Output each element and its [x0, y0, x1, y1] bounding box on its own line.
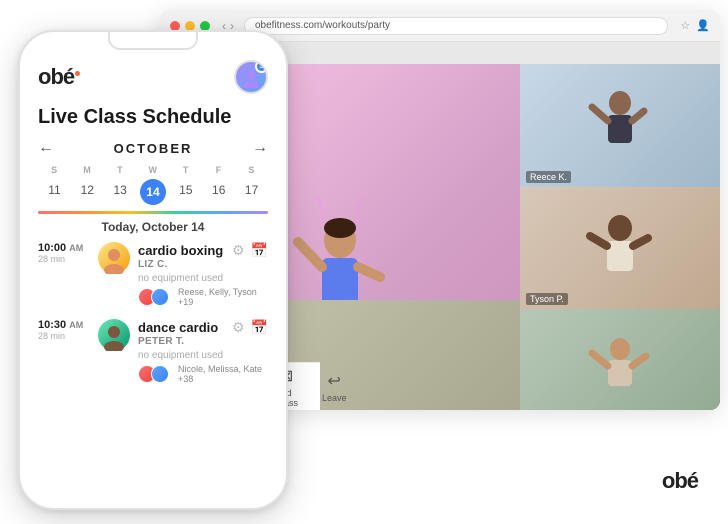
scene: ‹ › obefitness.com/workouts/party ☆ 👤 ob…	[0, 0, 728, 524]
class-name-2: dance cardio	[138, 320, 218, 335]
class-time-main-1: 10:00 AM	[38, 242, 90, 254]
leave-label: Leave	[322, 393, 347, 403]
instructor-avatar-1	[98, 242, 130, 274]
today-label: Today, October 14	[38, 220, 268, 234]
logo-dot	[75, 71, 80, 76]
date-17[interactable]: 17	[235, 179, 268, 205]
leave-icon: ↩	[328, 371, 341, 391]
date-11[interactable]: 11	[38, 179, 71, 205]
participant-bubbles-1	[138, 288, 164, 306]
participant-bubble-2b	[151, 365, 169, 383]
class-time-main-2: 10:30 AM	[38, 319, 90, 331]
day-header-t1: T	[104, 165, 137, 175]
class-duration-2: 28 min	[38, 331, 90, 341]
class-item-2[interactable]: 10:30 AM 28 min dance cardio ⚙	[38, 319, 268, 384]
kelly-figure	[580, 331, 660, 410]
class-icons-1: ⚙ 📅	[232, 242, 268, 259]
class-avatar-2	[98, 319, 130, 351]
settings-icon-1[interactable]: ⚙	[232, 242, 245, 259]
bookmark-icon[interactable]: ☆	[680, 19, 690, 32]
instructor-avatar-2	[98, 319, 130, 351]
date-13[interactable]: 13	[104, 179, 137, 205]
date-14[interactable]: 14	[140, 179, 166, 205]
maximize-button[interactable]	[200, 21, 210, 31]
settings-icon-2[interactable]: ⚙	[232, 319, 245, 336]
url-text: obefitness.com/workouts/party	[255, 20, 390, 31]
class-info-1: cardio boxing ⚙ 📅 LIZ C. no equipment us…	[138, 242, 268, 307]
leave-button[interactable]: ↩ Leave	[322, 371, 347, 403]
side-video-bg-kelly	[520, 309, 720, 410]
reece-name-label: Reece K.	[526, 171, 571, 183]
phone-inner: obé 3 Live Class Schedule ← OCTOBER →	[20, 50, 286, 508]
side-video-reece: Reece K.	[520, 64, 720, 187]
participant-bubbles-2	[138, 365, 164, 383]
day-header-s1: S	[38, 165, 71, 175]
class-equip-1: no equipment used	[138, 273, 268, 284]
class-duration-1: 28 min	[38, 254, 90, 264]
week-day-headers: S M T W T F S	[38, 165, 268, 175]
avatar[interactable]: 3	[234, 60, 268, 94]
class-equip-2: no equipment used	[138, 350, 268, 361]
schedule-title: Live Class Schedule	[38, 106, 268, 129]
class-item-1[interactable]: 10:00 AM 28 min cardio boxing ⚙	[38, 242, 268, 307]
side-video-bg-tyson	[520, 187, 720, 310]
tyson-name-label: Tyson P.	[526, 293, 568, 305]
class-avatar-1	[98, 242, 130, 274]
class-icons-2: ⚙ 📅	[232, 319, 268, 336]
date-15[interactable]: 15	[169, 179, 202, 205]
day-header-s2: S	[235, 165, 268, 175]
next-month-button[interactable]: →	[252, 139, 268, 157]
phone-notch	[108, 32, 198, 50]
side-video-kelly: Kelly C.	[520, 309, 720, 410]
day-header-t2: T	[169, 165, 202, 175]
avatar-badge: 3	[255, 60, 268, 73]
traffic-lights	[170, 21, 210, 31]
class-name-1: cardio boxing	[138, 243, 223, 258]
class-instructor-2: PETER T.	[138, 336, 268, 347]
calendar-icon-2[interactable]: 📅	[251, 319, 268, 336]
tyson-figure	[580, 208, 660, 288]
phone-header: obé 3	[38, 50, 268, 100]
rainbow-bar	[38, 211, 268, 214]
side-videos-panel: Reece K. Tyson P.	[520, 64, 720, 410]
date-16[interactable]: 16	[202, 179, 235, 205]
minimize-button[interactable]	[185, 21, 195, 31]
day-header-w: W	[137, 165, 170, 175]
week-dates: 11 12 13 14 15 16 17	[38, 179, 268, 205]
participant-bubble-1b	[151, 288, 169, 306]
class-instructor-1: LIZ C.	[138, 259, 268, 270]
day-header-f: F	[202, 165, 235, 175]
participant-count-2: Nicole, Melissa, Kate +38	[178, 364, 268, 384]
side-video-bg-reece	[520, 64, 720, 187]
phone: obé 3 Live Class Schedule ← OCTOBER →	[18, 30, 288, 510]
class-time-1: 10:00 AM 28 min	[38, 242, 90, 264]
month-nav: ← OCTOBER →	[38, 139, 268, 157]
month-label: OCTOBER	[114, 141, 193, 156]
reece-figure	[580, 85, 660, 165]
url-bar[interactable]: obefitness.com/workouts/party	[244, 17, 668, 35]
participant-count-1: Reese, Kelly, Tyson +19	[178, 287, 268, 307]
date-12[interactable]: 12	[71, 179, 104, 205]
day-header-m: M	[71, 165, 104, 175]
close-button[interactable]	[170, 21, 180, 31]
calendar-icon-1[interactable]: 📅	[251, 242, 268, 259]
obe-logo-bottom: obé	[662, 468, 698, 494]
prev-month-button[interactable]: ←	[38, 139, 54, 157]
user-icon: 👤	[696, 19, 710, 32]
class-info-2: dance cardio ⚙ 📅 PETER T. no equipment u…	[138, 319, 268, 384]
class-time-2: 10:30 AM 28 min	[38, 319, 90, 341]
side-video-tyson: Tyson P.	[520, 187, 720, 310]
phone-logo: obé	[38, 64, 80, 90]
class-participants-2: Nicole, Melissa, Kate +38	[138, 364, 268, 384]
class-participants-1: Reese, Kelly, Tyson +19	[138, 287, 268, 307]
